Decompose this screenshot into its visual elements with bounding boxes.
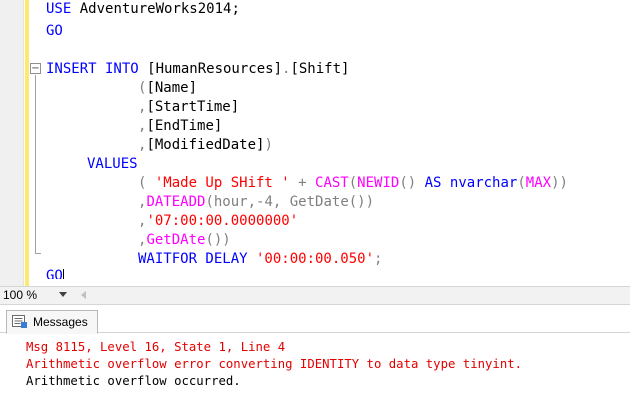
results-pane: Messages Msg 8115, Level 16, State 1, Li…: [0, 305, 630, 402]
text-caret: [62, 269, 64, 279]
message-line-error-text: Arithmetic overflow error converting IDE…: [26, 357, 523, 371]
code-line-waitfor: WAITFOR DELAY '00:00:00.050';: [138, 250, 382, 269]
plus-operator: +: [289, 175, 316, 191]
tab-messages-label: Messages: [33, 315, 88, 329]
code-line-insert: INSERT INTO [HumanResources].[Shift]: [46, 60, 349, 79]
column-endtime: [EndTime]: [146, 118, 223, 134]
message-line-error-header: Msg 8115, Level 16, State 1, Line 4: [26, 340, 286, 354]
paren: )): [551, 175, 568, 191]
type-nvarchar: nvarchar: [441, 175, 518, 191]
keyword-insert-into: INSERT INTO: [46, 61, 139, 77]
table-name: [Shift]: [290, 61, 350, 77]
code-line-column-modifieddate: ,[ModifiedDate]): [138, 136, 273, 155]
column-name: [Name]: [146, 80, 198, 96]
code-line-values: VALUES: [87, 155, 138, 174]
editor-gutter: [0, 0, 24, 286]
paren: (: [517, 175, 526, 191]
keyword-as: AS: [424, 175, 442, 191]
paren: (: [138, 175, 155, 191]
function-dateadd: DATEADD: [146, 194, 206, 210]
paren: ()): [205, 232, 231, 248]
code-line-use: USE AdventureWorks2014;: [46, 0, 240, 19]
column-starttime: [StartTime]: [146, 99, 240, 115]
keyword-go: GO: [46, 23, 63, 39]
function-getdate: GetDAte: [146, 232, 206, 248]
table-schema: [HumanResources]: [138, 61, 283, 77]
messages-icon: [12, 315, 27, 328]
code-line-value-endtime: ,'07:00:00.0000000': [138, 212, 298, 231]
semicolon: ;: [374, 251, 383, 267]
code-line-column-name: ([Name]: [138, 79, 197, 98]
keyword-waitfor-delay: WAITFOR DELAY: [138, 251, 248, 267]
zoom-value: 100 %: [3, 288, 38, 302]
query-editor[interactable]: − USE AdventureWorks2014; GO INSERT INTO…: [0, 0, 630, 286]
code-line-value-name: ( 'Made Up SHift ' + CAST(NEWID() AS nva…: [138, 174, 568, 193]
code-line-column-endtime: ,[EndTime]: [138, 117, 222, 136]
paren: (: [348, 175, 358, 191]
function-cast: CAST: [315, 175, 349, 191]
keyword-go: GO: [46, 268, 63, 279]
paren: ): [264, 137, 273, 153]
string-literal-name: 'Made Up SHift ': [154, 175, 290, 191]
outline-guide: [35, 75, 36, 253]
paren: (): [399, 175, 425, 191]
results-tab-strip: Messages: [0, 305, 630, 334]
chevron-down-icon[interactable]: [59, 292, 67, 297]
change-tracking-bar: [25, 0, 29, 286]
code-line-go: GO: [46, 22, 63, 41]
tab-messages[interactable]: Messages: [6, 310, 98, 334]
collapse-region-icon[interactable]: −: [30, 63, 41, 74]
column-modifieddate: [ModifiedDate]: [146, 137, 265, 153]
keyword-values: VALUES: [87, 156, 138, 172]
dateadd-args: (hour,-4, GetDate()): [205, 194, 375, 210]
scroll-left-icon[interactable]: [81, 291, 86, 299]
string-literal-time: '07:00:00.0000000': [146, 213, 299, 229]
function-newid: NEWID: [357, 175, 400, 191]
editor-status-strip: 100 %: [0, 286, 630, 305]
code-line-go-final: GO: [46, 267, 64, 279]
code-line-column-starttime: ,[StartTime]: [138, 98, 239, 117]
code-line-value-modifieddate: ,GetDAte()): [138, 231, 231, 250]
keyword-max: MAX: [525, 175, 552, 191]
code-line-value-starttime: ,DATEADD(hour,-4, GetDate()): [138, 193, 374, 212]
string-literal-delay: '00:00:00.050': [247, 251, 375, 267]
keyword-use: USE: [46, 1, 72, 17]
database-name: AdventureWorks2014;: [71, 1, 240, 17]
outline-guide-end: [35, 253, 41, 254]
message-line-info: Arithmetic overflow occurred.: [26, 374, 241, 388]
